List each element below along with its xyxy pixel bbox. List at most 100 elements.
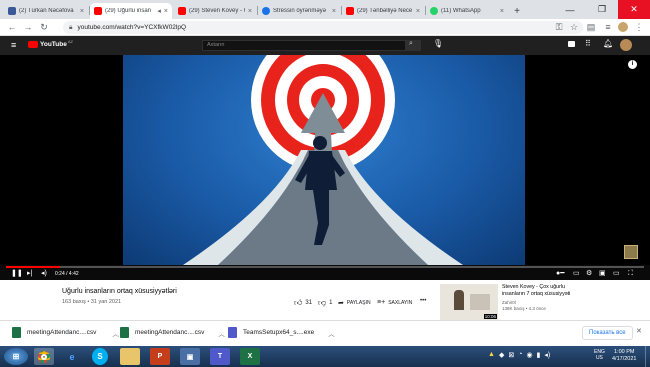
theater-mode-icon[interactable]: ▭ [613, 270, 620, 278]
address-bar[interactable]: 🔒︎ youtube.com/watch?v=YCXfkW02lpQ [63, 21, 583, 34]
video-frame[interactable] [123, 55, 525, 265]
taskbar-photos[interactable]: ▣ [180, 348, 200, 365]
thumbnail-figure [470, 294, 490, 310]
close-tab-icon[interactable]: × [80, 8, 84, 15]
pause-button[interactable]: ❚❚ [11, 270, 23, 278]
video-player[interactable]: i ❚❚ ▸| ◂) 0:24 / 4:42 ●━ ▭ ⚙ ▣ ▭ ⛶ [0, 55, 650, 280]
tab-2-active[interactable]: (29) Uğurlu insan ◂ × [90, 3, 172, 19]
video-content-illustration [183, 55, 463, 265]
tray-icon[interactable]: ◆ [499, 351, 504, 359]
volume-icon[interactable]: ◂) [41, 270, 47, 278]
forward-button[interactable]: → [22, 21, 34, 33]
clock[interactable]: 1:00 PM 4/17/2021 [612, 349, 636, 363]
tray-icon[interactable]: ▲ [488, 351, 495, 359]
bookmark-star-icon[interactable]: ☆ [568, 21, 580, 33]
audio-playing-icon[interactable]: ◂ [157, 7, 161, 15]
start-button[interactable]: ⊞ [4, 348, 28, 365]
volume-tray-icon[interactable]: ◂) [544, 351, 550, 359]
search-input[interactable]: Axtarın [202, 40, 420, 51]
tray-icon[interactable]: ◉ [526, 351, 532, 359]
media-control-icon[interactable]: ≡ [602, 21, 614, 33]
network-icon[interactable]: ▮ [537, 351, 541, 359]
chevron-up-icon[interactable]: ︿ [328, 328, 335, 338]
clock-date: 4/17/2021 [612, 356, 637, 362]
tab-1[interactable]: (2) Türkan Nəcəfova × [4, 3, 88, 19]
download-item[interactable]: meetingAttendanc....csv ︿ [120, 327, 225, 338]
youtube-logo[interactable]: YouTube AZ [28, 39, 73, 48]
dislike-button[interactable]: 👎︎ 1 [318, 298, 332, 308]
profile-avatar[interactable] [617, 21, 629, 33]
close-tab-icon[interactable]: × [248, 8, 252, 15]
close-tab-icon[interactable]: × [332, 8, 336, 15]
back-button[interactable]: ← [6, 21, 18, 33]
create-video-icon[interactable] [568, 40, 578, 49]
minimize-button[interactable]: — [554, 0, 586, 19]
search-button[interactable]: ⌕ [405, 40, 421, 51]
search-icon: ⌕ [409, 40, 413, 47]
settings-gear-icon[interactable]: ⚙ [586, 270, 592, 278]
hamburger-menu-icon[interactable]: ≡ [11, 40, 16, 50]
restore-button[interactable]: ❐ [586, 0, 618, 19]
taskbar-excel[interactable]: X [240, 348, 260, 365]
progress-bar[interactable] [6, 266, 644, 268]
tab-4[interactable]: Stressin öyrənməyə × [258, 3, 340, 19]
taskbar-ie[interactable]: e [62, 348, 82, 365]
taskbar-teams[interactable]: T [210, 348, 230, 365]
chrome-icon [38, 350, 50, 363]
close-tab-icon[interactable]: × [500, 8, 504, 15]
video-title: Uğurlu insanların ortaq xüsusiyyətləri [62, 288, 177, 295]
tab-5[interactable]: (29) Tənbəlliyə Nece × [342, 3, 424, 19]
taskbar-skype[interactable]: S [92, 348, 108, 365]
excel-icon: X [247, 353, 253, 360]
share-button[interactable]: ➦ PAYLAŞIN [338, 299, 371, 307]
next-video-icon[interactable]: ▸| [27, 270, 32, 278]
account-avatar[interactable] [620, 39, 632, 51]
tab-6[interactable]: (11) WhatsApp × [426, 3, 508, 19]
browser-menu-icon[interactable]: ⋮ [633, 21, 645, 33]
subtitles-icon[interactable]: ▭ [573, 270, 580, 278]
fullscreen-icon[interactable]: ⛶ [628, 270, 633, 278]
youtube-favicon-icon [346, 7, 354, 15]
chevron-up-icon[interactable]: ︿ [112, 328, 119, 338]
download-item[interactable]: TeamsSetupx64_s....exe ︿ [228, 327, 335, 338]
new-tab-button[interactable]: + [510, 3, 524, 19]
microphone-icon[interactable]: 🎙︎ [433, 39, 443, 48]
save-button[interactable]: ≡+ SAXLAYIN [377, 299, 412, 306]
locale-code: US [595, 355, 603, 361]
chevron-up-icon[interactable]: ︿ [218, 328, 225, 338]
taskbar-powerpoint[interactable]: P [150, 348, 170, 365]
like-button[interactable]: 👍︎ 31 [294, 298, 312, 308]
tab-3[interactable]: (29) Steven Kovey - Ç × [174, 3, 256, 19]
close-tab-icon[interactable]: × [164, 8, 168, 15]
notifications-bell-icon[interactable]: 🔔︎ [603, 39, 613, 48]
close-tab-icon[interactable]: × [416, 8, 420, 15]
suggested-video-title[interactable]: Steven Kovey - Çox uğurlu insanların 7 o… [502, 284, 570, 297]
key-icon[interactable]: ⚿ [553, 21, 565, 33]
system-tray: ▲ ◆ ⊠ ◔ ◉ ▮ ◂) [488, 351, 550, 359]
more-actions-button[interactable]: ••• [420, 298, 426, 304]
show-desktop-button[interactable] [645, 346, 650, 367]
apps-grid-icon[interactable]: ⠿ [585, 39, 591, 48]
download-item[interactable]: meetingAttendanc....csv ︿ [12, 327, 119, 338]
extension-icon[interactable]: ▤ [585, 21, 597, 33]
show-all-downloads-button[interactable]: Показать все [582, 326, 633, 340]
info-icon[interactable]: i [628, 60, 637, 69]
reload-button[interactable]: ↻ [38, 21, 50, 33]
clock-time: 1:00 PM [613, 349, 635, 355]
close-downloads-button[interactable]: ✕ [636, 327, 642, 335]
internet-explorer-icon: e [69, 351, 75, 362]
autoplay-toggle-icon[interactable]: ●━ [556, 270, 564, 278]
download-filename: TeamsSetupx64_s....exe [243, 329, 315, 336]
taskbar-explorer[interactable] [120, 348, 140, 365]
tray-icon[interactable]: ◔ [518, 351, 522, 359]
channel-watermark[interactable] [624, 245, 638, 259]
taskbar-chrome[interactable] [34, 348, 54, 365]
tray-icon[interactable]: ⊠ [508, 351, 514, 359]
suggested-video-thumbnail[interactable]: 10:06 [440, 284, 498, 320]
dislike-count: 1 [329, 300, 333, 306]
language-indicator[interactable]: ENG US [594, 349, 605, 361]
downloads-bar: meetingAttendanc....csv ︿ meetingAttenda… [0, 320, 650, 346]
close-window-button[interactable]: ✕ [618, 0, 650, 19]
miniplayer-icon[interactable]: ▣ [599, 270, 606, 278]
suggested-title-line2: insanların 7 ortaq xüsusiyyəti [502, 290, 571, 297]
